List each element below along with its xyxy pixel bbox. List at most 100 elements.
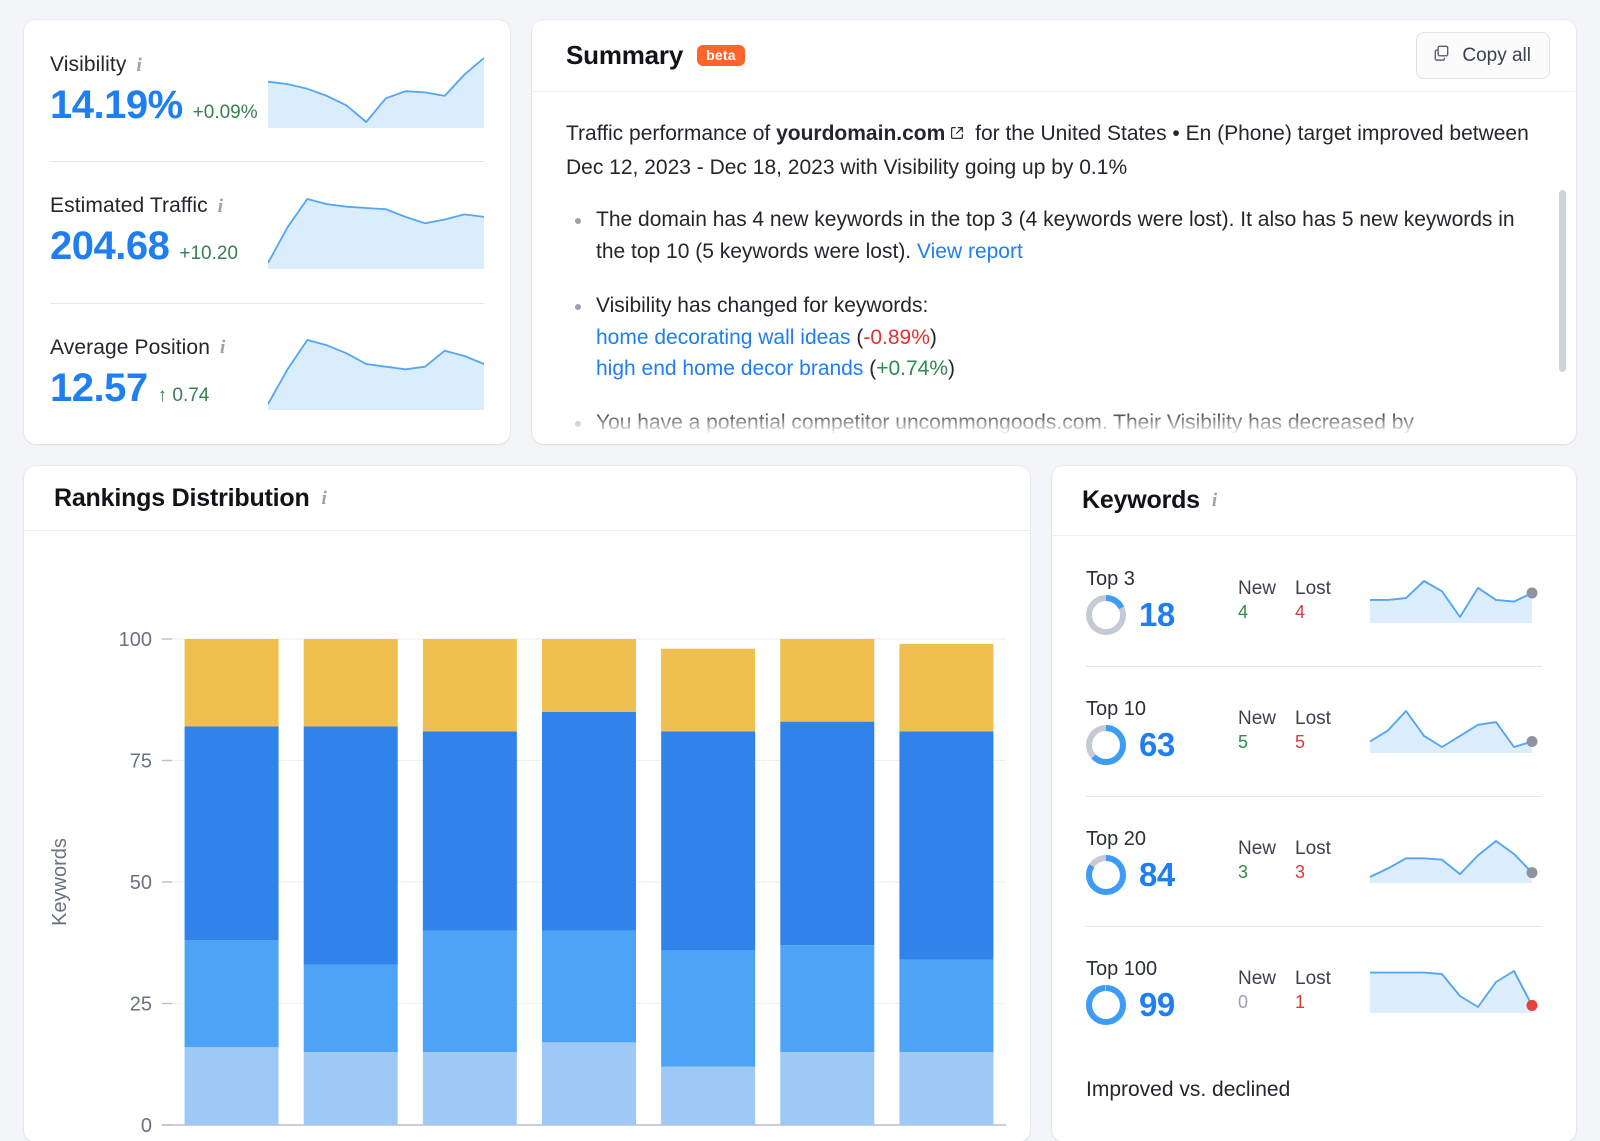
keyword-sparkline bbox=[1369, 840, 1538, 883]
kpi-visibility-value: 14.19% bbox=[50, 83, 183, 128]
bar-segment bbox=[899, 959, 994, 1053]
keyword-new-value: 3 bbox=[1238, 862, 1249, 883]
beta-badge: beta bbox=[697, 45, 745, 66]
keyword-row[interactable]: Top 20 84 New 3 Lost 3 bbox=[1086, 796, 1542, 926]
bar-segment bbox=[899, 731, 994, 960]
keyword-sparkline bbox=[1370, 970, 1538, 1013]
keyword-count: 84 bbox=[1139, 855, 1175, 893]
keywords-header: Keywords i bbox=[1052, 466, 1576, 536]
bar-segment bbox=[661, 731, 756, 951]
external-link-icon[interactable] bbox=[948, 120, 966, 152]
kpi-visibility-label: Visibility bbox=[50, 53, 127, 77]
keyword-row-main: Top 100 99 bbox=[1086, 958, 1238, 1025]
keywords-card: Keywords i Top 3 18 New 4 Lost 4 Top 10 63 New 5 L… bbox=[1052, 466, 1576, 1141]
keyword-change-wrap: (-0.89%) bbox=[856, 325, 937, 349]
kpi-visibility[interactable]: Visibility i 14.19% +0.09% bbox=[50, 20, 484, 161]
kpi-traffic-text: Estimated Traffic i 204.68 +10.20 bbox=[50, 194, 238, 269]
kpi-visibility-sparkline bbox=[268, 54, 484, 128]
keyword-lost: Lost 3 bbox=[1295, 837, 1352, 884]
keyword-new-value: 5 bbox=[1238, 732, 1249, 753]
keyword-sparkline bbox=[1370, 580, 1538, 623]
info-icon[interactable]: i bbox=[220, 338, 225, 357]
view-report-link[interactable]: View report bbox=[917, 240, 1023, 263]
rankings-chart-area: 0255075100KeywordsDec 12Dec 13Dec 14Dec … bbox=[24, 531, 1030, 1141]
keyword-new: New 4 bbox=[1238, 577, 1295, 624]
bar-segment bbox=[542, 639, 636, 712]
rankings-stacked-bar-chart[interactable]: 0255075100KeywordsDec 12Dec 13Dec 14Dec … bbox=[24, 531, 1030, 1137]
kpi-position-sparkline bbox=[268, 336, 484, 411]
keyword-row-value-row: 84 bbox=[1086, 854, 1238, 895]
keyword-lost-value: 5 bbox=[1295, 732, 1306, 753]
kpi-traffic-sparkline bbox=[268, 195, 484, 269]
keyword-lost-label: Lost bbox=[1295, 578, 1331, 600]
info-icon[interactable]: i bbox=[136, 56, 141, 75]
svg-text:100: 100 bbox=[119, 629, 152, 651]
summary-scrollbar[interactable] bbox=[1559, 190, 1566, 444]
keyword-new-label: New bbox=[1238, 838, 1277, 860]
sparkline-end-dot bbox=[1526, 999, 1538, 1011]
keyword-new: New 0 bbox=[1238, 967, 1295, 1014]
copy-all-button[interactable]: Copy all bbox=[1416, 32, 1550, 79]
keyword-new: New 3 bbox=[1238, 837, 1295, 884]
keywords-list: Top 3 18 New 4 Lost 4 Top 10 63 New 5 Lost 5 Top 20 8… bbox=[1052, 536, 1576, 1056]
keyword-lost-value: 4 bbox=[1295, 602, 1306, 623]
svg-text:50: 50 bbox=[130, 872, 152, 894]
keyword-row-main: Top 3 18 bbox=[1086, 568, 1238, 635]
summary-card: Summary beta Copy all Traffic performanc… bbox=[532, 20, 1576, 444]
bullet-1-text: Visibility has changed for keywords: bbox=[596, 293, 929, 317]
sparkline-end-dot bbox=[1526, 735, 1538, 747]
keyword-new-label: New bbox=[1238, 578, 1277, 600]
keyword-lost: Lost 5 bbox=[1295, 707, 1352, 754]
svg-text:0: 0 bbox=[141, 1115, 152, 1137]
kpi-visibility-title-row: Visibility i bbox=[50, 53, 258, 77]
keyword-link[interactable]: high end home decor brands bbox=[596, 357, 863, 380]
info-icon[interactable]: i bbox=[218, 197, 223, 216]
keyword-row[interactable]: Top 100 99 New 0 Lost 1 bbox=[1086, 926, 1542, 1056]
bar-segment bbox=[184, 639, 279, 727]
keyword-progress-donut bbox=[1086, 724, 1126, 765]
kpi-position-text: Average Position i 12.57 ↑ 0.74 bbox=[50, 336, 225, 411]
keyword-progress-donut bbox=[1086, 984, 1126, 1025]
keywords-title: Keywords bbox=[1082, 486, 1200, 514]
keyword-row-label: Top 20 bbox=[1086, 827, 1147, 850]
kpi-visibility-text: Visibility i 14.19% +0.09% bbox=[50, 53, 258, 128]
bar-segment bbox=[422, 1052, 517, 1125]
kpi-estimated-traffic[interactable]: Estimated Traffic i 204.68 +10.20 bbox=[50, 161, 484, 302]
bar-segment bbox=[303, 639, 398, 727]
copy-all-label: Copy all bbox=[1462, 44, 1531, 66]
kpi-position-label: Average Position bbox=[50, 335, 210, 359]
summary-domain: yourdomain.com bbox=[776, 122, 946, 145]
keyword-lost-value: 3 bbox=[1295, 862, 1306, 883]
bullet-2-text: You have a potential competitor uncommon… bbox=[596, 411, 1414, 435]
summary-bullet-list: The domain has 4 new keywords in the top… bbox=[566, 204, 1542, 439]
sparkline-end-dot bbox=[1526, 587, 1538, 599]
keyword-lost: Lost 4 bbox=[1295, 577, 1352, 624]
keyword-count: 63 bbox=[1139, 725, 1175, 763]
rankings-distribution-card: Rankings Distribution i 0 25 50 75 100 Keywor… bbox=[24, 466, 1030, 1141]
keyword-row[interactable]: Top 10 63 New 5 Lost 5 bbox=[1086, 666, 1542, 796]
keyword-count: 99 bbox=[1139, 985, 1175, 1023]
keyword-row-main: Top 20 84 bbox=[1086, 828, 1238, 895]
keyword-link[interactable]: home decorating wall ideas bbox=[596, 326, 850, 349]
kpi-average-position[interactable]: Average Position i 12.57 ↑ 0.74 bbox=[50, 302, 484, 444]
bar-segment bbox=[780, 721, 875, 946]
summary-bullet-competitor: You have a potential competitor uncommon… bbox=[566, 407, 1542, 439]
keyword-new-label: New bbox=[1238, 968, 1277, 990]
bar-segment bbox=[303, 1052, 398, 1125]
svg-text:Keywords: Keywords bbox=[49, 838, 71, 926]
summary-scrollbar-thumb[interactable] bbox=[1559, 190, 1566, 372]
summary-intro-pre: Traffic performance of bbox=[566, 122, 777, 145]
kpi-traffic-value: 204.68 bbox=[50, 224, 170, 269]
keyword-row-label: Top 10 bbox=[1086, 697, 1147, 720]
keyword-change-value: +0.74% bbox=[876, 357, 949, 381]
keyword-sparkline bbox=[1369, 710, 1538, 753]
keyword-lost-label: Lost bbox=[1295, 708, 1331, 730]
bar-segment bbox=[303, 964, 398, 1053]
info-icon[interactable]: i bbox=[1212, 491, 1217, 510]
keyword-change-value: -0.89% bbox=[863, 325, 930, 349]
info-icon[interactable]: i bbox=[322, 489, 327, 508]
keyword-row-main: Top 10 63 bbox=[1086, 698, 1238, 765]
keyword-row[interactable]: Top 3 18 New 4 Lost 4 bbox=[1086, 536, 1542, 666]
summary-bullet-visibility-changed: Visibility has changed for keywords: hom… bbox=[566, 290, 1542, 386]
kpi-traffic-title-row: Estimated Traffic i bbox=[50, 194, 238, 218]
